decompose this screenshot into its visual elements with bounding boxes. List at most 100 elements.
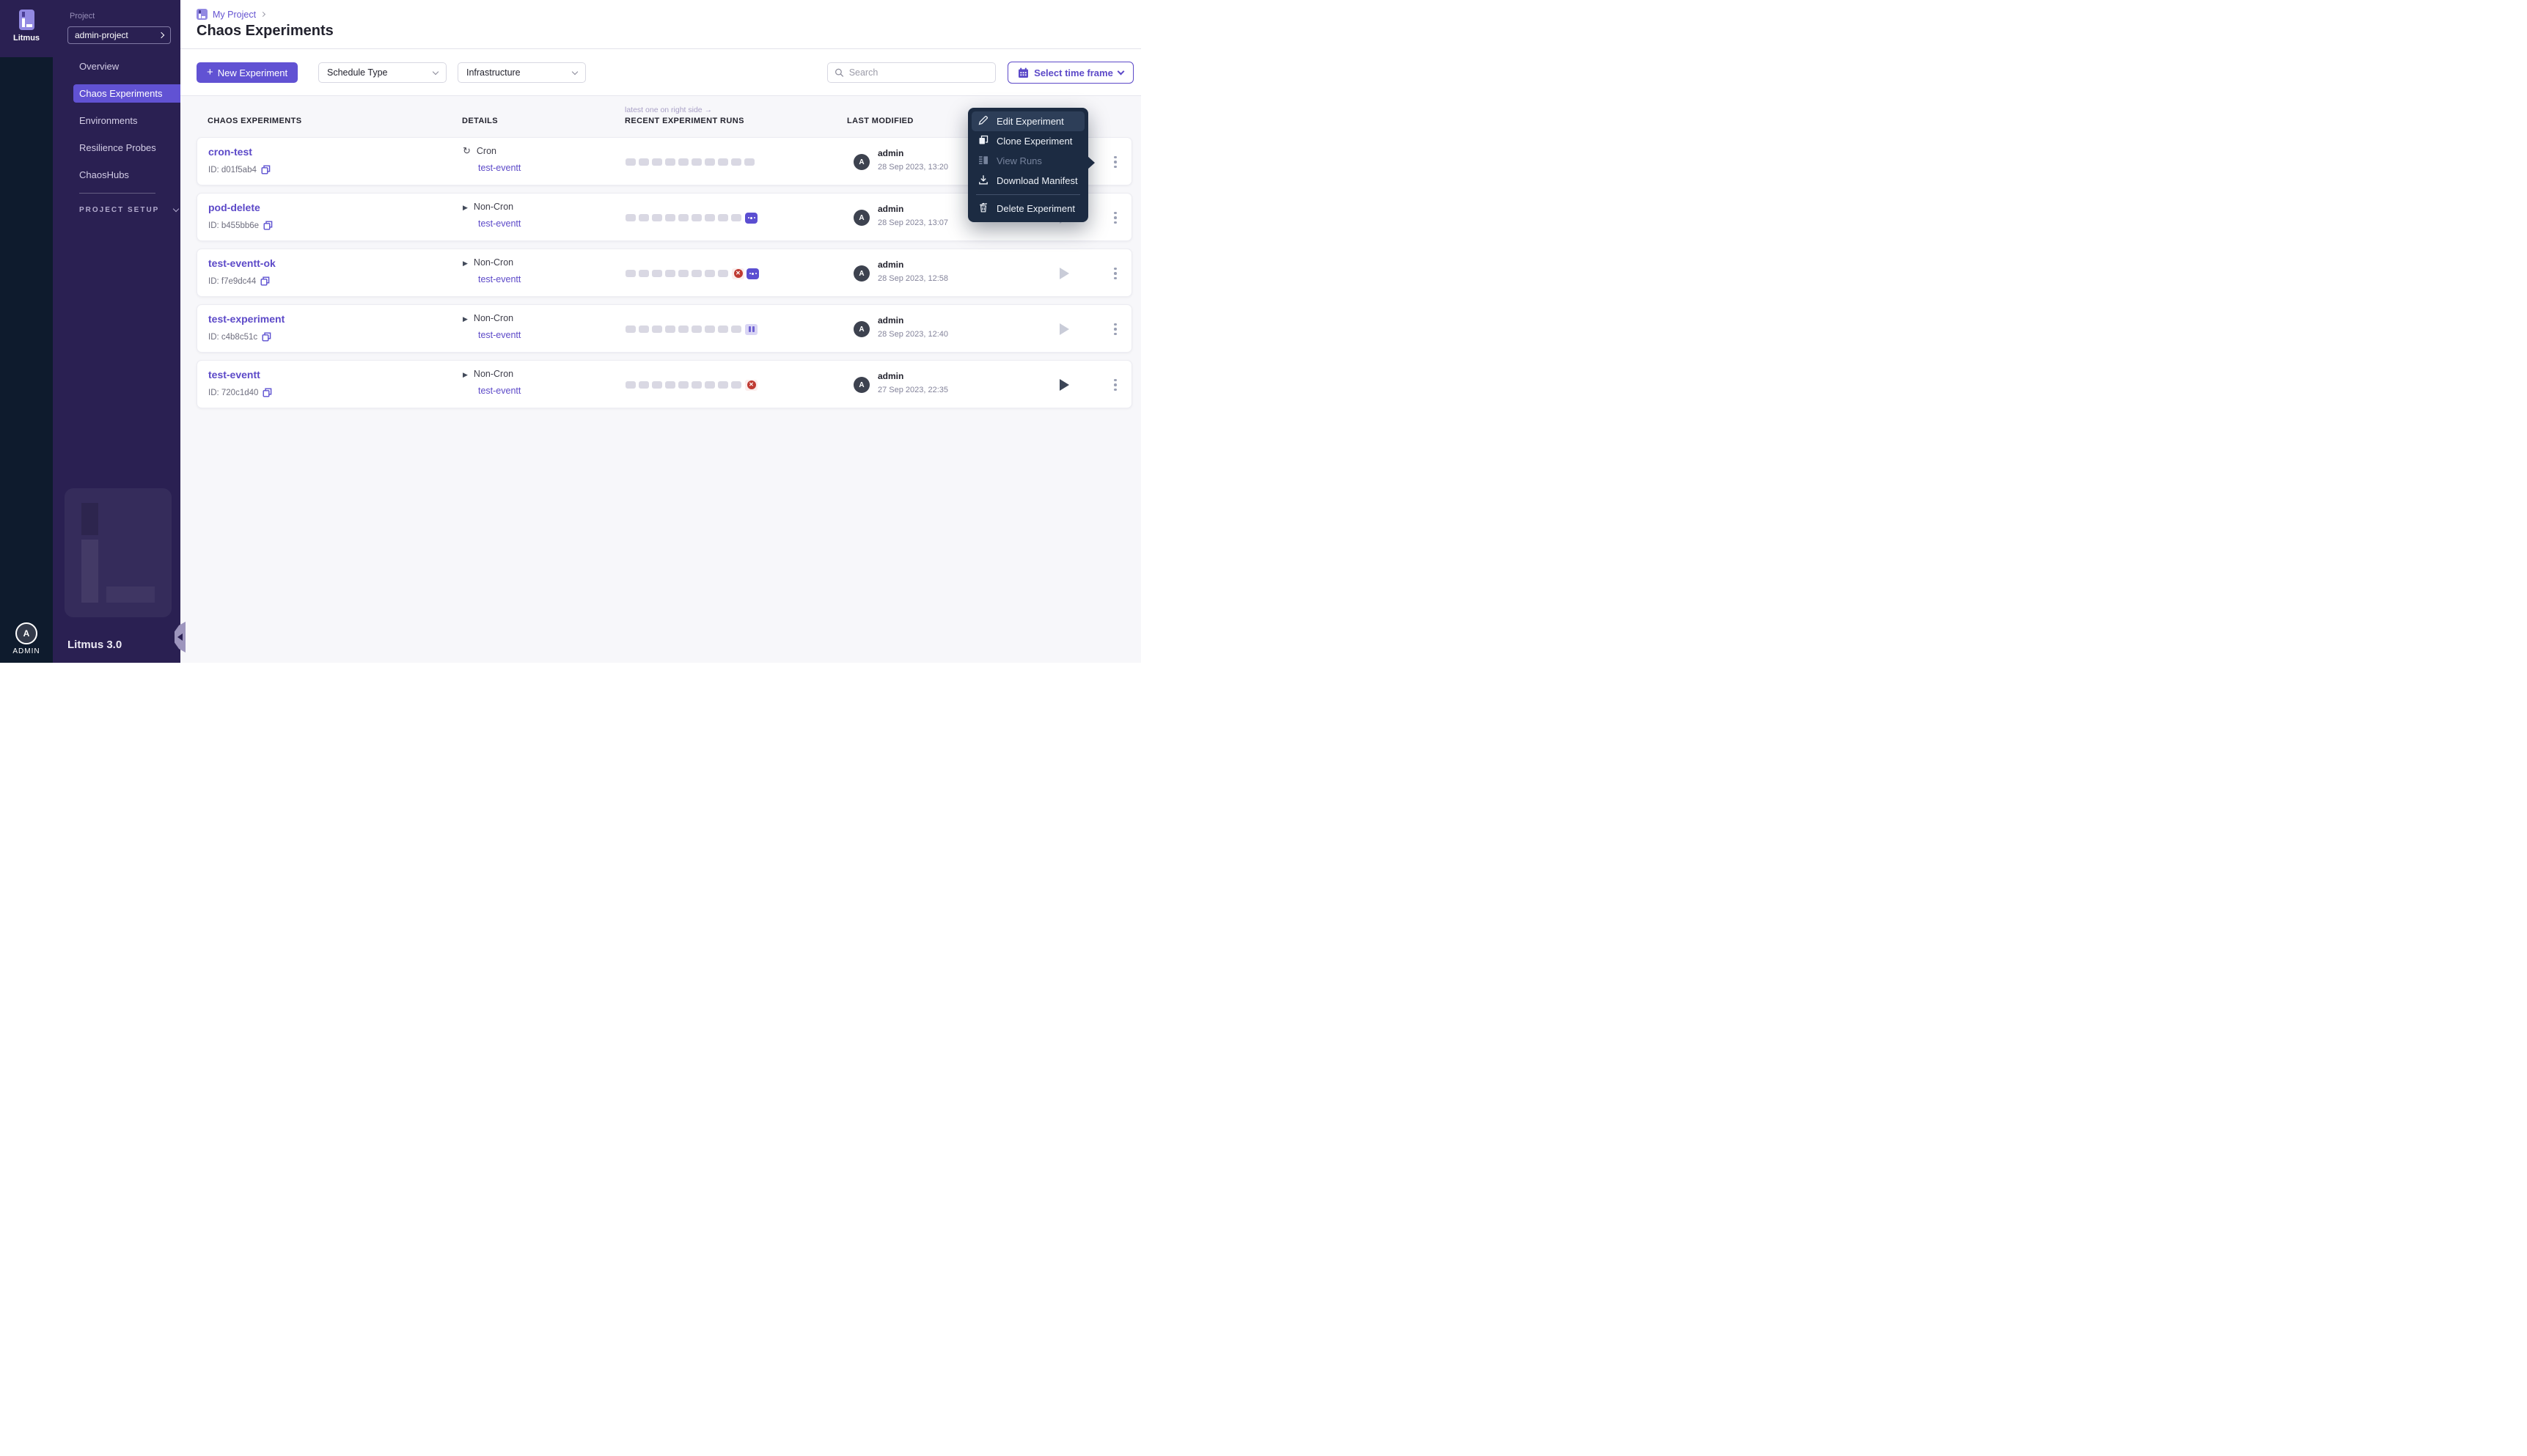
- cron-icon: ↻: [463, 145, 471, 156]
- run-empty-indicator: [678, 158, 689, 166]
- menu-item-download-manifest[interactable]: Download Manifest: [972, 171, 1085, 191]
- modified-at: 28 Sep 2023, 13:07: [878, 218, 948, 227]
- run-empty-indicator: [705, 326, 715, 333]
- run-empty-indicator: [652, 270, 662, 277]
- non-cron-icon: ▶: [463, 204, 468, 211]
- run-empty-indicator: [678, 214, 689, 221]
- breadcrumb[interactable]: My Project: [197, 9, 265, 20]
- chevron-down-icon: [1117, 67, 1124, 75]
- sidebar-item-chaos-experiments[interactable]: Chaos Experiments: [73, 84, 180, 103]
- admin-avatar[interactable]: A: [15, 622, 37, 644]
- run-empty-indicator: [639, 270, 649, 277]
- copy-id-icon[interactable]: [263, 221, 273, 230]
- menu-item-label: Download Manifest: [997, 175, 1078, 186]
- infrastructure-link[interactable]: test-eventt: [478, 218, 521, 229]
- new-experiment-label: New Experiment: [218, 67, 287, 78]
- run-empty-indicator: [639, 326, 649, 333]
- experiment-id-text: ID: f7e9dc44: [208, 277, 256, 286]
- logo-shape: [199, 10, 201, 13]
- version-label: Litmus 3.0: [67, 639, 122, 651]
- project-selector[interactable]: admin-project: [67, 26, 171, 44]
- row-menu-button[interactable]: [1107, 153, 1124, 171]
- column-header-runs: RECENT EXPERIMENT RUNS: [625, 117, 744, 125]
- menu-divider: [976, 194, 1080, 195]
- run-paused-badge[interactable]: [745, 324, 758, 335]
- infrastructure-link[interactable]: test-eventt: [478, 386, 521, 396]
- non-cron-icon: ▶: [463, 260, 468, 267]
- menu-item-edit-experiment[interactable]: Edit Experiment: [972, 111, 1085, 131]
- run-experiment-button[interactable]: [1060, 379, 1069, 391]
- toolbar: + New Experiment Schedule Type Infrastru…: [180, 49, 1141, 96]
- app-root: Litmus A ADMIN Project admin-project Ove…: [0, 0, 1141, 663]
- sidebar-item-project-setup[interactable]: PROJECT SETUP: [79, 206, 180, 214]
- schedule-type-label: Non-Cron: [474, 369, 513, 379]
- litmus-logo-icon[interactable]: [19, 10, 34, 30]
- rail-top: Litmus: [0, 0, 53, 57]
- run-empty-indicator: [731, 326, 741, 333]
- non-cron-icon: ▶: [463, 371, 468, 378]
- run-empty-indicator: [626, 270, 636, 277]
- watermark-shape: [81, 503, 98, 535]
- sidebar-collapse-toggle[interactable]: [175, 622, 186, 652]
- recent-runs-cell: [626, 305, 759, 353]
- logo-shape: [26, 24, 32, 27]
- experiment-name-link[interactable]: test-eventt: [208, 369, 260, 380]
- infrastructure-link[interactable]: test-eventt: [478, 330, 521, 340]
- experiment-id: ID: 720c1d40: [208, 388, 272, 397]
- context-menu-items: Edit ExperimentClone ExperimentView Runs…: [972, 111, 1085, 218]
- run-empty-indicator: [731, 158, 741, 166]
- run-empty-indicator: [692, 158, 702, 166]
- page-title: Chaos Experiments: [197, 23, 334, 40]
- experiment-name-link[interactable]: test-experiment: [208, 313, 285, 325]
- modified-at: 28 Sep 2023, 12:58: [878, 274, 948, 283]
- copy-id-icon[interactable]: [261, 165, 271, 174]
- schedule-type-select[interactable]: Schedule Type: [318, 62, 447, 83]
- chevron-right-icon: [260, 12, 265, 17]
- run-empty-indicator: [652, 158, 662, 166]
- run-empty-indicator: [705, 158, 715, 166]
- run-running-badge[interactable]: [747, 268, 759, 279]
- sidebar-item-chaoshubs[interactable]: ChaosHubs: [73, 166, 180, 184]
- copy-id-icon[interactable]: [260, 276, 270, 286]
- logo-shape: [202, 16, 205, 18]
- copy-id-icon[interactable]: [263, 388, 272, 397]
- infrastructure-link[interactable]: test-eventt: [478, 274, 521, 284]
- sidebar-item-overview[interactable]: Overview: [73, 57, 180, 76]
- recent-runs-cell: ✕: [626, 249, 760, 298]
- experiment-name-link[interactable]: cron-test: [208, 146, 252, 158]
- search-icon: [835, 67, 844, 78]
- run-failed-badge[interactable]: ✕: [745, 380, 758, 391]
- menu-item-clone-experiment[interactable]: Clone Experiment: [972, 131, 1085, 151]
- avatar: A: [854, 377, 870, 393]
- run-empty-indicator: [692, 381, 702, 389]
- sidebar-item-environments[interactable]: Environments: [73, 111, 180, 130]
- experiment-id: ID: c4b8c51c: [208, 332, 271, 342]
- row-menu-button[interactable]: [1107, 376, 1124, 394]
- row-menu-button[interactable]: [1107, 265, 1124, 282]
- row-menu-button[interactable]: [1107, 320, 1124, 338]
- menu-item-label: Edit Experiment: [997, 116, 1064, 127]
- select-time-frame-button[interactable]: Select time frame: [1008, 62, 1134, 84]
- run-experiment-button: [1060, 323, 1069, 335]
- menu-item-delete-experiment[interactable]: Delete Experiment: [972, 199, 1085, 218]
- infrastructure-select[interactable]: Infrastructure: [458, 62, 586, 83]
- chevron-right-icon: [158, 32, 164, 38]
- experiment-id: ID: d01f5ab4: [208, 165, 271, 174]
- schedule-type: ▶Non-Cron: [463, 313, 521, 323]
- run-failed-badge[interactable]: ✕: [732, 268, 744, 279]
- new-experiment-button[interactable]: + New Experiment: [197, 62, 298, 83]
- sidebar-item-label: Chaos Experiments: [79, 88, 162, 99]
- run-running-badge[interactable]: [745, 213, 758, 224]
- row-menu-button[interactable]: [1107, 209, 1124, 227]
- experiment-name-link[interactable]: test-eventt-ok: [208, 257, 276, 269]
- sidebar-item-resilience-probes[interactable]: Resilience Probes: [73, 139, 180, 157]
- schedule-type-label: Schedule Type: [327, 67, 387, 78]
- infrastructure-link[interactable]: test-eventt: [478, 163, 521, 173]
- run-empty-indicator: [639, 214, 649, 221]
- breadcrumb-project-link[interactable]: My Project: [213, 10, 256, 20]
- sidebar-item-label: Resilience Probes: [79, 142, 156, 153]
- copy-id-icon[interactable]: [262, 332, 271, 342]
- experiment-name-link[interactable]: pod-delete: [208, 202, 260, 213]
- search-input[interactable]: [849, 67, 989, 78]
- details-cell: ▶Non-Crontest-eventt: [463, 202, 521, 229]
